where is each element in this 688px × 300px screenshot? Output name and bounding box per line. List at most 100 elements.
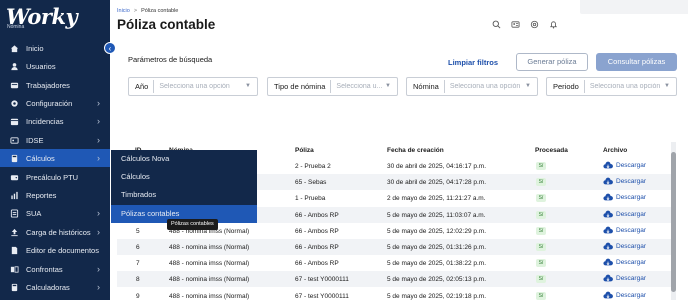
submenu-item-calculos[interactable]: Cálculos <box>111 168 257 186</box>
sidebar-item-label: Incidencias <box>26 116 64 126</box>
wallet-icon <box>10 173 19 182</box>
payroll-select[interactable]: Nómina Selecciona una opción ▼ <box>406 77 538 96</box>
sidebar-item-label: Calculadoras <box>26 282 70 292</box>
download-label: Descargar <box>616 243 646 250</box>
cloud-download-icon <box>603 226 613 234</box>
cell-nomina: 488 - nomina imss (Normal) <box>169 276 250 284</box>
payroll-label: Nómina <box>413 82 439 91</box>
sidebar-item-calculadoras[interactable]: Calculadoras › <box>0 278 110 296</box>
cloud-download-icon <box>603 161 613 169</box>
breadcrumb-home[interactable]: Inicio <box>117 8 130 14</box>
sidebar-item-inicio[interactable]: Inicio <box>0 39 110 57</box>
cell-fecha: 5 de mayo de 2025, 12:02:29 p.m. <box>387 227 487 235</box>
download-button[interactable]: Descargar <box>603 274 646 283</box>
chart-icon <box>10 191 19 200</box>
col-header-fecha[interactable]: Fecha de creación <box>387 147 444 154</box>
cell-poliza: 66 - Ambos RP <box>295 244 339 251</box>
sidebar-item-editor-de-documentos[interactable]: Editor de documentos <box>0 241 110 259</box>
payroll-type-label: Tipo de nómina <box>274 82 326 91</box>
chevron-right-icon: › <box>97 135 100 145</box>
payroll-type-placeholder: Selecciona u... <box>336 83 383 90</box>
clear-filters-button[interactable]: Limpiar filtros <box>448 58 498 67</box>
sidebar-item-label: Editor de documentos <box>26 245 99 255</box>
cell-poliza: 66 - Ambos RP <box>295 260 339 268</box>
cell-poliza: 67 - test Y0000111 <box>295 276 349 284</box>
chevron-right-icon: › <box>97 227 100 237</box>
cell-poliza: 66 - Ambos RP <box>295 227 339 235</box>
cell-fecha: 5 de mayo de 2025, 01:38:22 p.m. <box>387 260 487 268</box>
sidebar-item-configuracion[interactable]: Configuración › <box>0 94 110 112</box>
sidebar-item-idse[interactable]: IDSE › <box>0 131 110 149</box>
chevron-right-icon: › <box>97 116 100 126</box>
payroll-placeholder: Selecciona una opción <box>449 83 521 90</box>
upload-icon <box>10 228 19 237</box>
cloud-download-icon <box>603 291 613 299</box>
scrollbar-thumb[interactable] <box>671 152 676 292</box>
generate-policy-button[interactable]: Generar póliza <box>516 53 588 71</box>
sidebar-item-label: Trabajadores <box>26 80 70 90</box>
download-button[interactable]: Descargar <box>603 210 646 219</box>
col-header-procesada[interactable]: Procesada <box>535 147 568 154</box>
breadcrumb: Inicio > Póliza contable <box>117 8 178 14</box>
sidebar-item-carga-de-historicos[interactable]: Carga de históricos › <box>0 223 110 241</box>
sidebar-item-label: Usuarios <box>26 61 56 71</box>
download-button[interactable]: Descargar <box>603 242 646 251</box>
sidebar-item-precalculo-ptu[interactable]: Precálculo PTU <box>0 168 110 186</box>
sidebar-item-incidencias[interactable]: Incidencias › <box>0 112 110 130</box>
params-title: Parámetros de búsqueda <box>128 55 213 64</box>
sidebar-item-confrontas[interactable]: Confrontas › <box>0 260 110 278</box>
breadcrumb-current: Póliza contable <box>141 8 179 14</box>
brand-subtitle: Nómina <box>7 24 25 30</box>
cell-nomina: 488 - nomina imss (Normal) <box>169 292 250 300</box>
table-row: 6 488 - nomina imss (Normal) 66 - Ambos RP… <box>117 239 674 255</box>
download-button[interactable]: Descargar <box>603 193 646 202</box>
download-button[interactable]: Descargar <box>603 258 646 267</box>
chevron-left-icon[interactable]: ‹ <box>104 42 116 54</box>
cell-nomina: 488 - nomina imss (Normal) <box>169 244 250 251</box>
cell-nomina: 488 - nomina imss (Normal) <box>169 260 250 268</box>
sidebar-item-usuarios[interactable]: Usuarios <box>0 57 110 75</box>
calculator-icon <box>10 154 19 163</box>
year-label: Año <box>135 82 149 91</box>
bell-icon[interactable] <box>549 20 558 29</box>
cloud-download-icon <box>603 177 613 185</box>
col-header-poliza[interactable]: Póliza <box>295 147 314 154</box>
year-select[interactable]: Año Selecciona una opción ▼ <box>128 77 258 96</box>
breadcrumb-separator: > <box>133 8 138 14</box>
sidebar-item-calculos[interactable]: Cálculos › <box>0 149 110 167</box>
download-button[interactable]: Descargar <box>603 177 646 186</box>
cell-poliza: 1 - Prueba <box>295 195 326 203</box>
cell-fecha: 5 de mayo de 2025, 01:31:26 p.m. <box>387 244 487 251</box>
sidebar-item-label: Confrontas <box>26 264 63 274</box>
submenu-item-timbrados[interactable]: Timbrados <box>111 186 257 204</box>
period-select[interactable]: Periodo Selecciona una opción ▼ <box>546 77 677 96</box>
search-icon[interactable] <box>492 20 501 29</box>
header-user-area[interactable] <box>580 0 688 14</box>
sidebar-item-label: Configuración <box>26 98 73 108</box>
id-badge-icon[interactable] <box>511 20 520 29</box>
cloud-download-icon <box>603 242 613 250</box>
period-placeholder: Selecciona una opción <box>589 83 661 90</box>
download-button[interactable]: Descargar <box>603 291 646 300</box>
download-button[interactable]: Descargar <box>603 161 646 170</box>
cell-poliza: 65 - Sebas <box>295 179 327 187</box>
sidebar-item-reportes[interactable]: Reportes <box>0 186 110 204</box>
cell-fecha: 30 de abril de 2025, 04:17:28 p.m. <box>387 179 487 187</box>
chevron-right-icon: › <box>97 98 100 108</box>
sidebar-item-trabajadores[interactable]: Trabajadores <box>0 76 110 94</box>
table-row: 9 488 - nomina imss (Normal) 67 - test Y00… <box>117 288 674 300</box>
download-label: Descargar <box>616 259 646 267</box>
cell-fecha: 2 de mayo de 2025, 11:21:27 a.m. <box>387 195 486 203</box>
payroll-type-select[interactable]: Tipo de nómina Selecciona u... ▼ <box>267 77 398 96</box>
cloud-download-icon <box>603 275 613 282</box>
table-scrollbar[interactable] <box>671 142 676 300</box>
col-header-archivo[interactable]: Archivo <box>603 147 627 154</box>
calculator-icon <box>10 283 19 292</box>
period-label: Periodo <box>553 82 579 91</box>
consult-policies-button[interactable]: Consultar pólizas <box>596 53 677 71</box>
sidebar-item-label: Reportes <box>26 190 57 200</box>
support-icon[interactable] <box>530 20 539 29</box>
download-button[interactable]: Descargar <box>603 226 646 235</box>
submenu-item-calculos-nova[interactable]: Cálculos Nova <box>111 150 257 168</box>
sidebar-item-sua[interactable]: SUA › <box>0 204 110 222</box>
